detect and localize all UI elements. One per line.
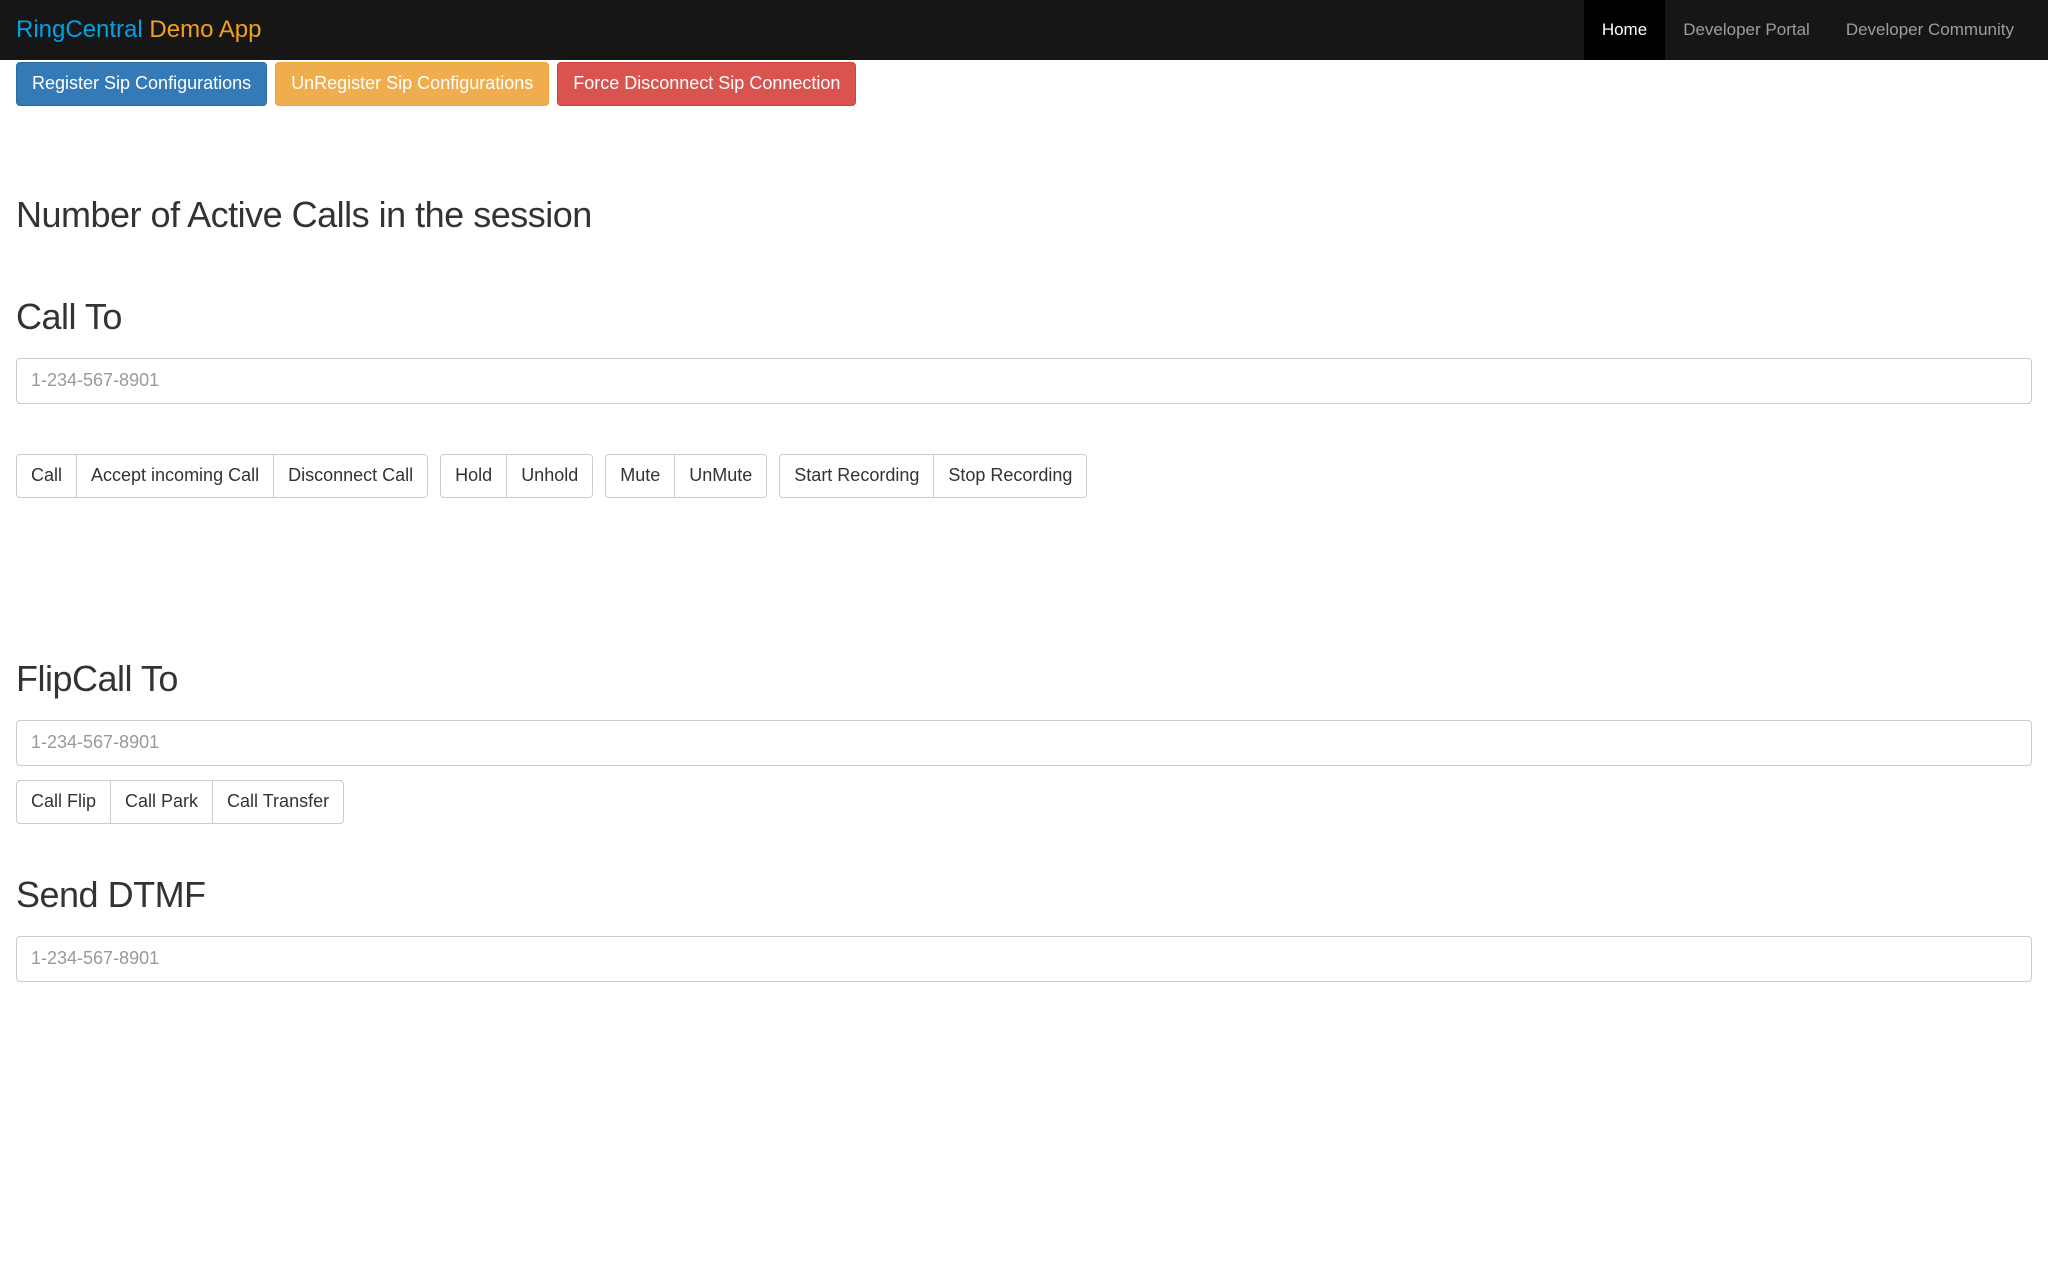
stop-recording-button[interactable]: Stop Recording [933,454,1087,498]
brand-part-2: Demo App [149,16,261,43]
nav-links: Home Developer Portal Developer Communit… [1584,0,2032,60]
call-flip-button[interactable]: Call Flip [16,780,111,824]
nav-home[interactable]: Home [1584,0,1665,60]
unhold-button[interactable]: Unhold [506,454,593,498]
register-sip-button[interactable]: Register Sip Configurations [16,62,267,106]
unregister-sip-button[interactable]: UnRegister Sip Configurations [275,62,549,106]
nav-developer-portal[interactable]: Developer Portal [1665,0,1828,60]
disconnect-call-button[interactable]: Disconnect Call [273,454,428,498]
brand-part-1: RingCentral [16,16,143,43]
call-action-buttons: Call Accept incoming Call Disconnect Cal… [16,454,2032,498]
heading-call-to: Call To [16,296,2032,338]
call-park-button[interactable]: Call Park [110,780,213,824]
navbar: RingCentral Demo App Home Developer Port… [0,0,2048,60]
flip-action-buttons: Call Flip Call Park Call Transfer [16,780,344,824]
start-recording-button[interactable]: Start Recording [779,454,934,498]
unmute-button[interactable]: UnMute [674,454,767,498]
call-button[interactable]: Call [16,454,77,498]
nav-developer-community[interactable]: Developer Community [1828,0,2032,60]
heading-active-calls: Number of Active Calls in the session [16,194,2032,236]
call-transfer-button[interactable]: Call Transfer [212,780,344,824]
mute-button[interactable]: Mute [605,454,675,498]
heading-flipcall-to: FlipCall To [16,658,2032,700]
flipcall-to-input[interactable] [16,720,2032,766]
hold-button[interactable]: Hold [440,454,507,498]
accept-incoming-call-button[interactable]: Accept incoming Call [76,454,274,498]
force-disconnect-sip-button[interactable]: Force Disconnect Sip Connection [557,62,856,106]
call-to-input[interactable] [16,358,2032,404]
send-dtmf-input[interactable] [16,936,2032,982]
brand-link[interactable]: RingCentral Demo App [16,0,261,60]
heading-send-dtmf: Send DTMF [16,874,2032,916]
sip-config-buttons: Register Sip Configurations UnRegister S… [16,62,2032,106]
